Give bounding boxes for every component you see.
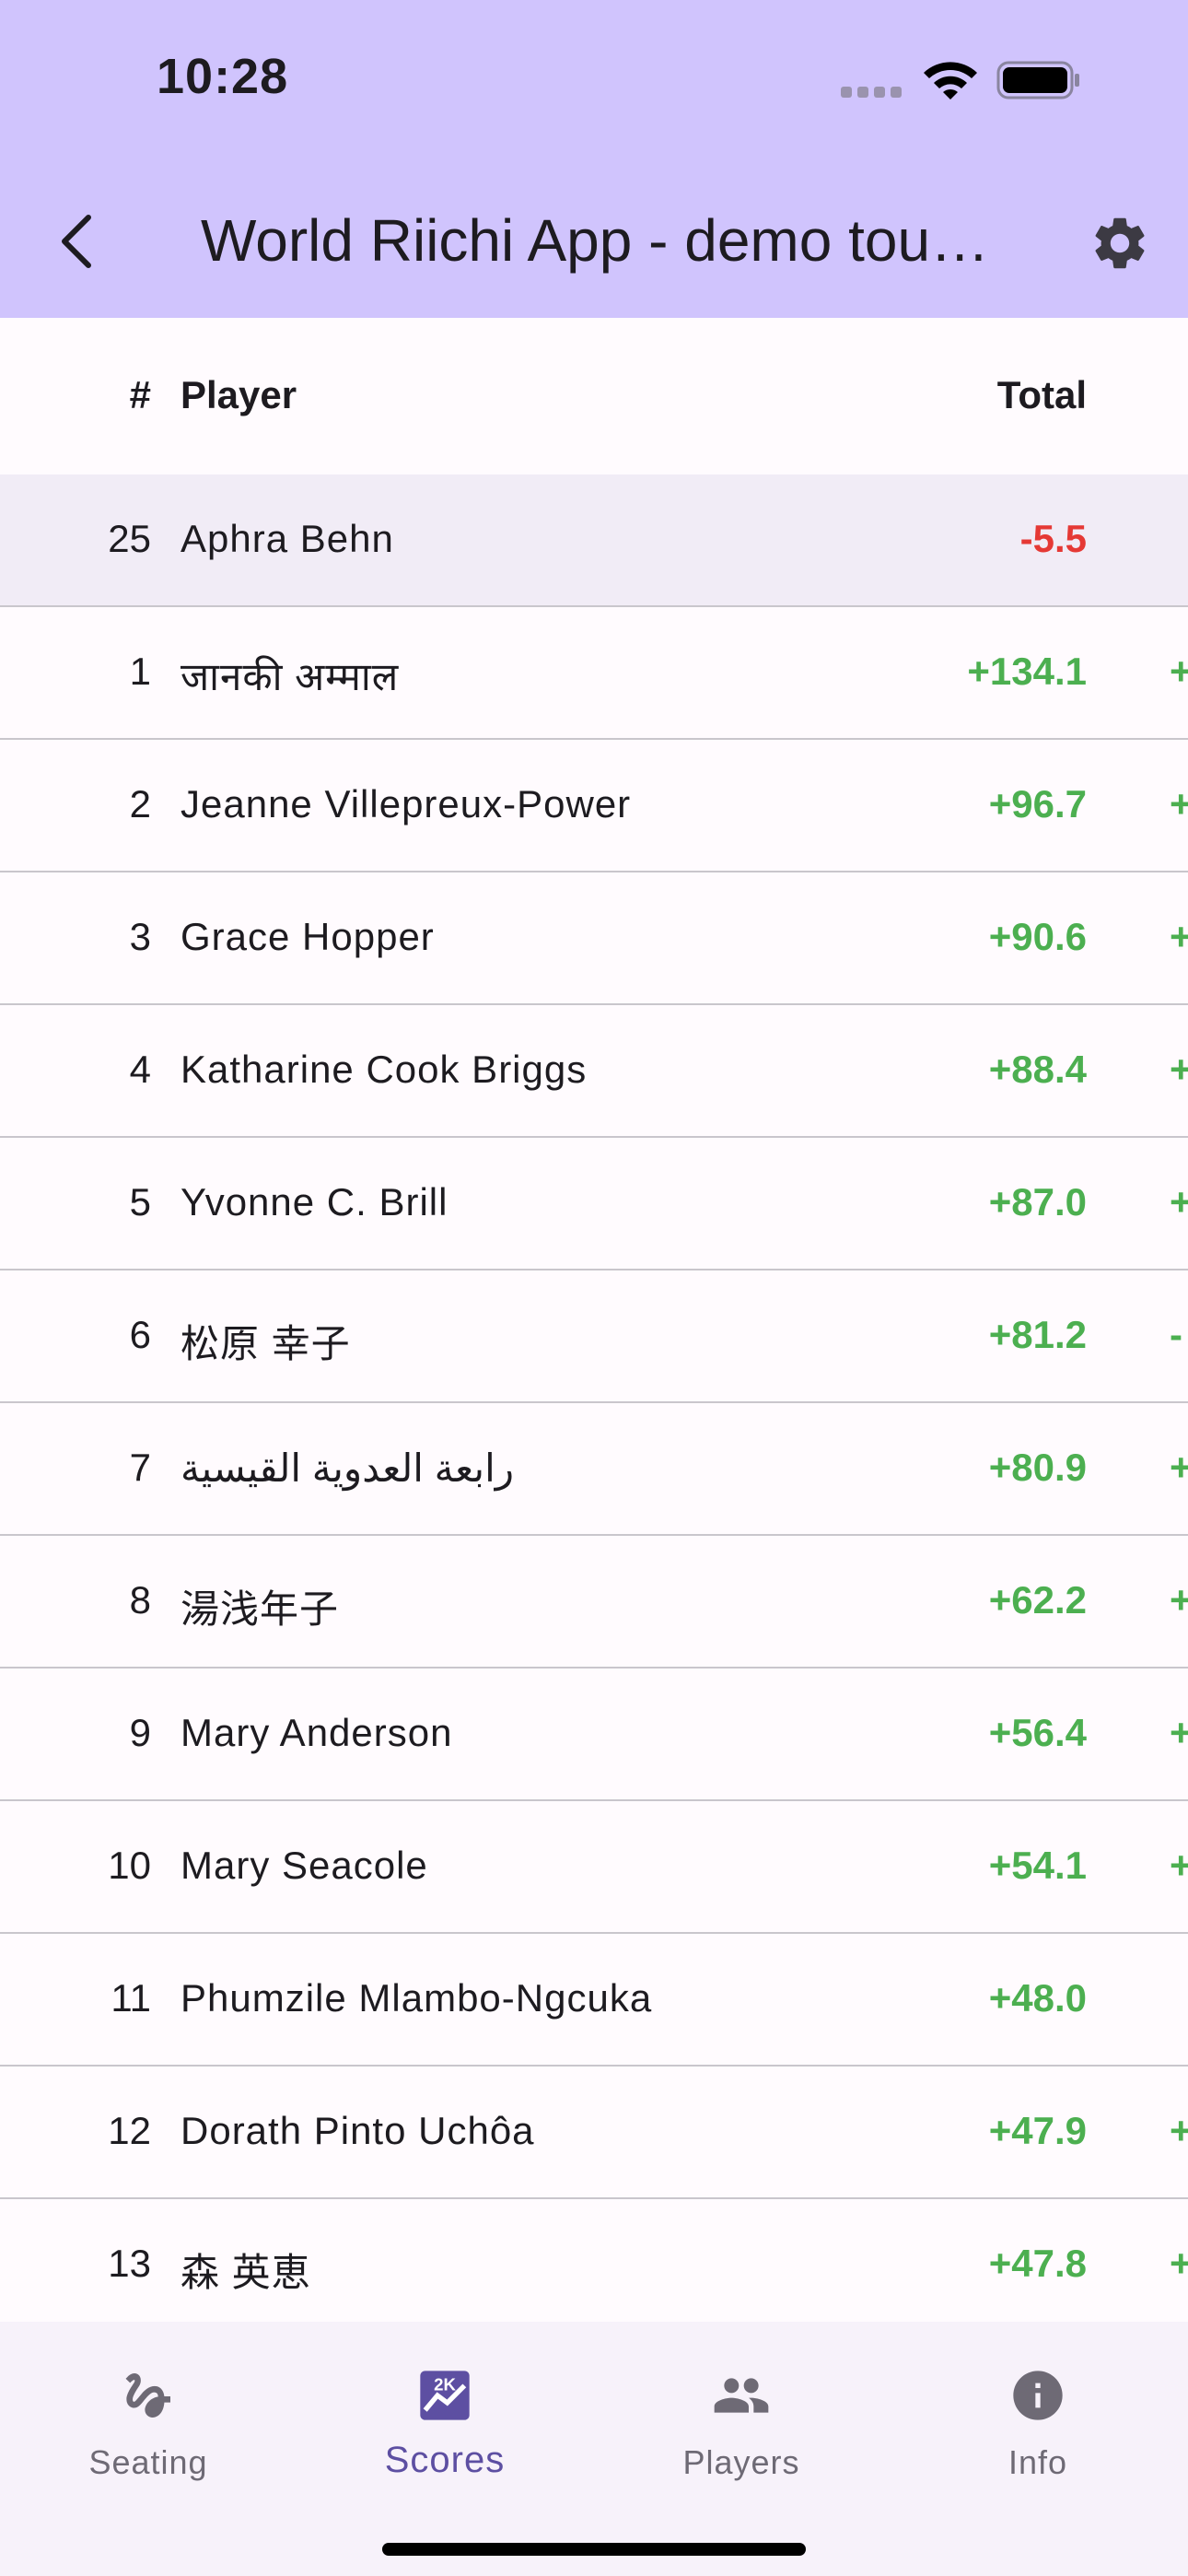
next-column-score: - bbox=[1170, 1313, 1182, 1356]
player-name: 湯浅年子 bbox=[181, 1587, 340, 1631]
people-icon bbox=[714, 2378, 769, 2413]
battery-icon bbox=[996, 61, 1079, 100]
next-column-score: + bbox=[1170, 1711, 1188, 1754]
next-column-score: + bbox=[1170, 1578, 1188, 1622]
player-name: Dorath Pinto Uchôa bbox=[181, 2109, 535, 2152]
total-score: +47.8 bbox=[988, 2242, 1087, 2285]
table-row[interactable]: 3 Grace Hopper +90.6 + bbox=[0, 872, 1188, 1006]
seat-icon bbox=[125, 2373, 170, 2418]
table-row[interactable]: 13 森 英恵 +47.8 + bbox=[0, 2199, 1188, 2333]
wifi-icon bbox=[924, 62, 977, 100]
nav-scores[interactable]: 2K Scores bbox=[297, 2340, 593, 2515]
player-name: Mary Seacole bbox=[181, 1844, 428, 1887]
table-row[interactable]: 7 رابعة العدوية القيسية +80.9 + bbox=[0, 1403, 1188, 1537]
back-arrow-icon[interactable] bbox=[48, 203, 103, 280]
player-name: Yvonne C. Brill bbox=[181, 1180, 448, 1224]
nav-label: Scores bbox=[384, 2440, 506, 2480]
rank: 10 bbox=[108, 1844, 151, 1887]
table-row[interactable]: 4 Katharine Cook Briggs +88.4 + bbox=[0, 1005, 1188, 1139]
total-score: +81.2 bbox=[988, 1313, 1087, 1356]
next-column-score: + bbox=[1170, 2109, 1188, 2152]
rank: 12 bbox=[108, 2109, 151, 2152]
rank: 11 bbox=[111, 1976, 151, 2020]
status-time: 10:28 bbox=[157, 49, 289, 104]
cellular-signal-icon bbox=[841, 86, 907, 102]
player-name: Phumzile Mlambo-Ngcuka bbox=[181, 1976, 653, 2020]
rank: 25 bbox=[108, 517, 151, 560]
rank: 3 bbox=[129, 915, 151, 958]
rank: 4 bbox=[129, 1048, 151, 1091]
player-name: 松原 幸子 bbox=[181, 1322, 351, 1365]
scores-icon: 2K bbox=[420, 2371, 470, 2420]
bottom-navigation: Seating 2K Scores Players Info bbox=[0, 2322, 1188, 2576]
nav-players[interactable]: Players bbox=[593, 2340, 890, 2515]
player-name: Grace Hopper bbox=[181, 915, 435, 958]
table-row[interactable]: 8 湯浅年子 +62.2 + bbox=[0, 1536, 1188, 1669]
table-row[interactable]: 12 Dorath Pinto Uchôa +47.9 + bbox=[0, 2067, 1188, 2200]
table-row[interactable]: 6 松原 幸子 +81.2 - bbox=[0, 1270, 1188, 1404]
nav-seating[interactable]: Seating bbox=[0, 2340, 297, 2515]
player-name: 森 英恵 bbox=[181, 2251, 311, 2294]
table-row[interactable]: 2 Jeanne Villepreux-Power +96.7 + bbox=[0, 740, 1188, 873]
total-score: +62.2 bbox=[988, 1578, 1087, 1622]
player-name: Jeanne Villepreux-Power bbox=[181, 782, 632, 825]
next-column-score: + bbox=[1170, 1844, 1188, 1887]
total-score: +54.1 bbox=[988, 1844, 1087, 1887]
app-bar: 10:28 World Riichi App - demo tournament bbox=[0, 0, 1188, 318]
total-score: +80.9 bbox=[988, 1446, 1087, 1489]
player-name: Aphra Behn bbox=[181, 517, 394, 560]
rank: 5 bbox=[129, 1180, 151, 1224]
rank: 7 bbox=[129, 1446, 151, 1489]
nav-info[interactable]: Info bbox=[890, 2340, 1186, 2515]
next-column-score: + bbox=[1170, 915, 1188, 958]
rank: 6 bbox=[129, 1313, 151, 1356]
total-score: +47.9 bbox=[988, 2109, 1087, 2152]
rank: 13 bbox=[108, 2242, 151, 2285]
total-score: +90.6 bbox=[988, 915, 1087, 958]
next-column-score: + bbox=[1170, 1446, 1188, 1489]
rank: 8 bbox=[129, 1578, 151, 1622]
home-indicator bbox=[382, 2543, 806, 2556]
next-column-score: + bbox=[1170, 650, 1188, 693]
nav-label: Seating bbox=[88, 2443, 208, 2481]
player-name: رابعة العدوية القيسية bbox=[181, 1446, 515, 1490]
rank: 2 bbox=[129, 782, 151, 825]
player-name: Katharine Cook Briggs bbox=[181, 1048, 588, 1091]
gear-icon[interactable] bbox=[1089, 212, 1151, 275]
table-row[interactable]: 1 जानकी अम्माल +134.1 + bbox=[0, 607, 1188, 741]
rank-column-header: # bbox=[129, 373, 151, 416]
total-score: +96.7 bbox=[988, 782, 1087, 825]
next-column-score: + bbox=[1170, 1180, 1188, 1224]
player-column-header: Player bbox=[181, 373, 297, 416]
highlighted-player-row[interactable]: 25 Aphra Behn -5.5 bbox=[0, 474, 1188, 608]
nav-label: Info bbox=[1007, 2443, 1068, 2481]
total-score: +87.0 bbox=[988, 1180, 1087, 1224]
rank: 1 bbox=[129, 650, 151, 693]
total-score: +56.4 bbox=[988, 1711, 1087, 1754]
table-row[interactable]: 11 Phumzile Mlambo-Ngcuka +48.0 bbox=[0, 1934, 1188, 2067]
total-column-header: Total bbox=[996, 373, 1087, 416]
next-column-score: + bbox=[1170, 2242, 1188, 2285]
total-score: -5.5 bbox=[1019, 517, 1087, 560]
rank: 9 bbox=[129, 1711, 151, 1754]
page-title: World Riichi App - demo tournament bbox=[201, 207, 1002, 274]
nav-label: Players bbox=[682, 2443, 800, 2481]
svg-text:2K: 2K bbox=[434, 2375, 456, 2395]
player-name: Mary Anderson bbox=[181, 1711, 453, 1754]
table-header: # Player Total bbox=[0, 318, 1188, 477]
next-column-score: + bbox=[1170, 782, 1188, 825]
info-icon bbox=[1013, 2371, 1063, 2420]
table-row[interactable]: 5 Yvonne C. Brill +87.0 + bbox=[0, 1138, 1188, 1271]
total-score: +48.0 bbox=[988, 1976, 1087, 2020]
player-name: जानकी अम्माल bbox=[181, 655, 400, 698]
total-score: +134.1 bbox=[967, 650, 1087, 693]
table-row[interactable]: 10 Mary Seacole +54.1 + bbox=[0, 1801, 1188, 1935]
next-column-score: + bbox=[1170, 1048, 1188, 1091]
total-score: +88.4 bbox=[988, 1048, 1087, 1091]
table-row[interactable]: 9 Mary Anderson +56.4 + bbox=[0, 1669, 1188, 1802]
